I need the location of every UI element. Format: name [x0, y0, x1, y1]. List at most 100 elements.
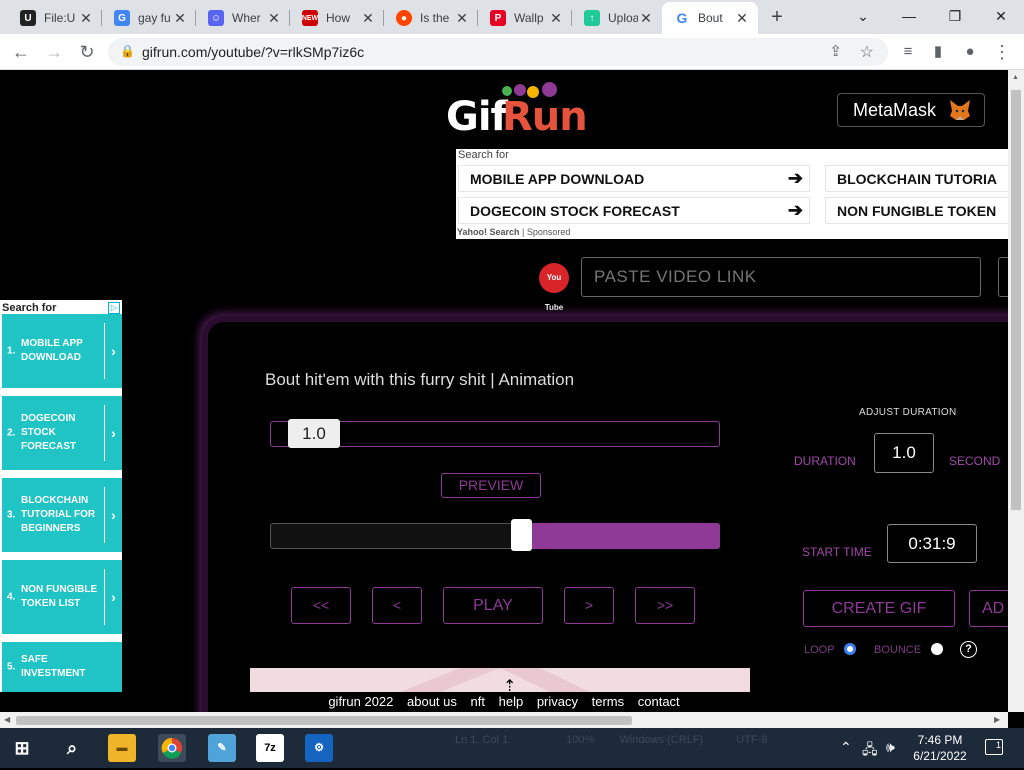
vertical-scrollbar[interactable]: ▲ [1008, 70, 1024, 712]
tab-upload[interactable]: ↑ Uploa ✕ [572, 4, 662, 32]
help-icon[interactable]: ? [960, 641, 977, 658]
new-tab-button[interactable]: + [766, 6, 788, 28]
clock-date: 6/21/2022 [913, 749, 967, 763]
duration-field[interactable]: 1.0 [874, 433, 934, 473]
horizontal-scroll-thumb[interactable] [16, 716, 632, 725]
google-icon: G [674, 10, 690, 26]
seek-slider-handle[interactable] [511, 519, 532, 551]
close-icon[interactable]: ✕ [734, 10, 750, 27]
url-text[interactable]: gifrun.com/youtube/?v=rlkSMp7iz6c [142, 44, 364, 60]
tab-search-button[interactable]: ⌄ [849, 4, 877, 28]
gifrun-logo[interactable]: Gif Run [446, 82, 588, 140]
side-panel-icon[interactable]: ▮ [926, 40, 950, 64]
bounce-radio[interactable] [931, 643, 943, 655]
profile-avatar-icon[interactable]: ● [958, 40, 982, 64]
tab-unreal[interactable]: U File:U ✕ [8, 4, 102, 32]
yahoo-link-dogecoin[interactable]: DOGECOIN STOCK FORECAST ➔ [458, 197, 810, 224]
play-button[interactable]: PLAY [443, 587, 543, 624]
adchoices-icon[interactable]: ▷ [108, 302, 120, 314]
paste-submit-button[interactable] [998, 257, 1008, 297]
close-window-button[interactable]: ✕ [987, 4, 1015, 28]
preview-button[interactable]: PREVIEW [441, 473, 541, 498]
page-content: Gif Run MetaMask Search for MOBILE APP D… [0, 70, 1008, 712]
youtube-icon: You Tube [539, 263, 569, 312]
footer-link-terms[interactable]: terms [592, 694, 625, 709]
windows-taskbar: ⊞ ⌕ ▬ ✎ 7z ⚙ Ln 1, Col 1 100% Windows (C… [0, 728, 1024, 768]
yahoo-sponsored-search: Search for MOBILE APP DOWNLOAD ➔ BLOCKCH… [456, 149, 1008, 239]
scroll-up-icon[interactable]: ▲ [1012, 74, 1019, 81]
tab-discord[interactable]: ☺ Wher ✕ [196, 4, 290, 32]
close-icon[interactable]: ✕ [78, 10, 94, 27]
restore-button[interactable]: ❐ [941, 4, 969, 28]
footer-link-about[interactable]: about us [407, 694, 457, 709]
volume-icon[interactable]: 🕪 [886, 739, 895, 756]
arrow-right-icon: ➔ [787, 168, 803, 188]
footer-link-privacy[interactable]: privacy [537, 694, 578, 709]
tab-reddit[interactable]: ● Is the ✕ [384, 4, 478, 32]
address-bar[interactable]: 🔒 gifrun.com/youtube/?v=rlkSMp7iz6c ⇪ ☆ [108, 38, 888, 66]
tab-google-search[interactable]: G gay fu ✕ [102, 4, 196, 32]
skip-forward-far-button[interactable]: >> [635, 587, 695, 624]
reload-button[interactable]: ↻ [75, 40, 99, 64]
loop-label: LOOP [804, 644, 835, 656]
media-control-icon[interactable]: ≡ [896, 40, 920, 64]
close-icon[interactable]: ✕ [548, 10, 564, 27]
footer-link-nft[interactable]: nft [471, 694, 485, 709]
step-forward-button[interactable]: > [564, 587, 614, 624]
scroll-left-icon[interactable]: ◀ [4, 715, 10, 724]
left-ad-item-5[interactable]: 5. SAFE INVESTMENT [2, 642, 122, 692]
left-ad-item-4[interactable]: 4. NON FUNGIBLE TOKEN LIST › [2, 560, 122, 634]
left-ad-item-3[interactable]: 3. BLOCKCHAIN TUTORIAL FOR BEGINNERS › [2, 478, 122, 552]
notepad-icon[interactable]: ✎ [208, 734, 236, 762]
left-ad-item-2[interactable]: 2. DOGECOIN STOCK FORECAST › [2, 396, 122, 470]
create-gif-button[interactable]: CREATE GIF [803, 590, 955, 627]
close-icon[interactable]: ✕ [454, 10, 470, 27]
minimize-button[interactable]: — [895, 4, 923, 28]
add-button[interactable]: AD [969, 590, 1008, 627]
upload-icon: ↑ [584, 10, 600, 26]
forward-button[interactable]: → [42, 40, 66, 64]
close-icon[interactable]: ✕ [638, 10, 654, 27]
yahoo-link-blockchain[interactable]: BLOCKCHAIN TUTORIA [825, 165, 1008, 192]
tab-gifrun-active[interactable]: G Bout ✕ [662, 2, 758, 34]
start-time-field[interactable]: 0:31:9 [887, 524, 977, 563]
item-number: 2. [7, 427, 16, 439]
vertical-scroll-thumb[interactable] [1011, 90, 1021, 510]
ghost-zoom: 100% [566, 734, 595, 746]
7zip-icon[interactable]: 7z [256, 734, 284, 762]
chrome-icon[interactable] [158, 734, 186, 762]
start-time-label: START TIME [802, 545, 872, 559]
skip-back-far-button[interactable]: << [291, 587, 351, 624]
paste-video-link-input[interactable] [581, 257, 981, 297]
file-explorer-icon[interactable]: ▬ [108, 734, 136, 762]
footer-link-help[interactable]: help [499, 694, 524, 709]
settings-app-icon[interactable]: ⚙ [305, 734, 333, 762]
loop-radio[interactable] [844, 643, 856, 655]
back-button[interactable]: ← [9, 40, 33, 64]
yahoo-link-nft[interactable]: NON FUNGIBLE TOKEN [825, 197, 1008, 224]
yahoo-link-mobile-app[interactable]: MOBILE APP DOWNLOAD ➔ [458, 165, 810, 192]
close-icon[interactable]: ✕ [172, 10, 188, 27]
search-icon[interactable]: ⌕ [58, 734, 86, 762]
tab-strip: U File:U ✕ G gay fu ✕ ☺ Wher ✕ NEW How ✕… [0, 0, 1024, 34]
footer-link-contact[interactable]: contact [638, 694, 680, 709]
left-ad-panel: Search for ▷ 1. MOBILE APP DOWNLOAD › 2.… [0, 300, 122, 692]
bookmark-star-icon[interactable]: ☆ [860, 42, 874, 62]
network-icon[interactable]: 🖧 [862, 739, 878, 763]
step-back-button[interactable]: < [372, 587, 422, 624]
clock[interactable]: 7:46 PM 6/21/2022 [910, 732, 970, 764]
menu-kebab-icon[interactable]: ⋮ [990, 40, 1014, 64]
duration-slider-handle[interactable]: 1.0 [288, 419, 340, 448]
metamask-button[interactable]: MetaMask [837, 93, 985, 127]
tab-wallpaper[interactable]: P Wallp ✕ [478, 4, 572, 32]
windows-start-icon[interactable]: ⊞ [8, 734, 36, 762]
left-ad-item-1[interactable]: 1. MOBILE APP DOWNLOAD › [2, 314, 122, 388]
notification-icon[interactable]: 1 [985, 739, 1003, 755]
share-icon[interactable]: ⇪ [829, 42, 842, 60]
chevron-up-icon[interactable]: ⌃ [840, 739, 852, 756]
close-icon[interactable]: ✕ [360, 10, 376, 27]
tab-news[interactable]: NEW How ✕ [290, 4, 384, 32]
close-icon[interactable]: ✕ [266, 10, 282, 27]
scroll-right-icon[interactable]: ▶ [994, 715, 1000, 724]
horizontal-scrollbar[interactable]: ◀ ▶ [0, 712, 1008, 728]
